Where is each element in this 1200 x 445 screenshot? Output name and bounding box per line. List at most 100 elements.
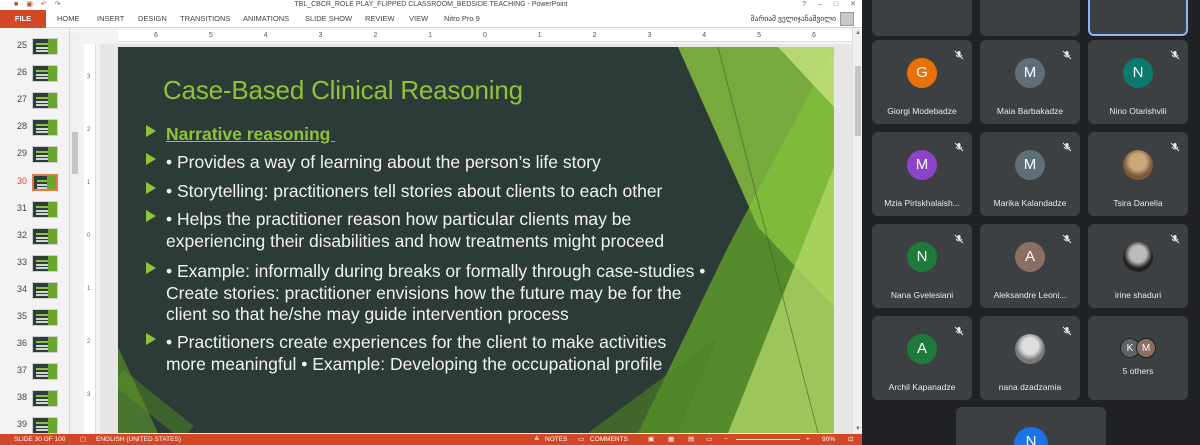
slide-title[interactable]: Case-Based Clinical Reasoning: [163, 75, 523, 106]
close-button[interactable]: ✕: [850, 0, 856, 10]
user-avatar[interactable]: [840, 12, 854, 26]
participant-tile[interactable]: A Archil Kapanadze: [872, 316, 972, 400]
participant-tile[interactable]: Tsira Danelia: [1088, 132, 1188, 216]
spelling-icon[interactable]: ▢: [80, 434, 86, 445]
profile-photo: [1015, 334, 1045, 364]
notes-button[interactable]: NOTES: [545, 434, 567, 445]
slide-preview[interactable]: [32, 336, 58, 354]
tab-slide-show[interactable]: SLIDE SHOW: [305, 10, 352, 28]
slide-thumbnail[interactable]: 39: [0, 415, 69, 436]
mic-off-icon: [954, 231, 964, 244]
signed-in-user[interactable]: მარიამ ველიჯანაშვილი: [751, 10, 836, 28]
scrollbar-thumb[interactable]: [72, 132, 78, 174]
participant-tile[interactable]: M Mzia Pirtskhalaish...: [872, 132, 972, 216]
slide-preview[interactable]: [32, 92, 58, 110]
comments-icon[interactable]: ▭: [578, 434, 584, 445]
language-indicator[interactable]: ENGLISH (UNITED STATES): [96, 434, 181, 445]
participant-tile[interactable]: M Marika Kalandadze: [980, 132, 1080, 216]
slide-thumbnail[interactable]: 29: [0, 144, 69, 166]
minimize-button[interactable]: –: [818, 0, 822, 10]
ruler-tick: 4: [702, 32, 707, 39]
slide-thumbnail[interactable]: 32: [0, 226, 69, 248]
scroll-down-icon[interactable]: ▼: [854, 426, 862, 432]
participant-tile[interactable]: irine shaduri: [1088, 224, 1188, 308]
slide-thumbnail[interactable]: 33: [0, 253, 69, 275]
zoom-level[interactable]: 90%: [822, 434, 835, 445]
normal-view-icon[interactable]: ▣: [648, 434, 654, 445]
tab-insert[interactable]: INSERT: [97, 10, 124, 28]
tab-design[interactable]: DESIGN: [138, 10, 167, 28]
mic-off-icon: [1170, 139, 1180, 152]
tab-view[interactable]: VIEW: [409, 10, 428, 28]
slide-thumbnail[interactable]: 26: [0, 63, 69, 85]
avatar: N: [907, 242, 937, 272]
bullet-text-line: • Provides a way of learning about the p…: [166, 152, 601, 172]
fit-slide-icon[interactable]: ⊡: [848, 434, 853, 445]
zoom-out-icon[interactable]: −: [724, 434, 728, 445]
tab-home[interactable]: HOME: [57, 10, 80, 28]
slide-preview[interactable]: [32, 254, 58, 272]
participant-tile[interactable]: A Aleksandre Leoni...: [980, 224, 1080, 308]
slide-thumbnail[interactable]: 28: [0, 117, 69, 139]
tab-nitro-pro[interactable]: Nitro Pro 9: [444, 10, 480, 28]
slide-preview[interactable]: [32, 65, 58, 83]
slide-thumbnail[interactable]: 34: [0, 280, 69, 302]
tab-animations[interactable]: ANIMATIONS: [243, 10, 289, 28]
slide-thumbnail[interactable]: 35: [0, 307, 69, 329]
editor-scrollbar[interactable]: ▲ ▼: [852, 28, 862, 434]
slide-thumbnail[interactable]: 31: [0, 199, 69, 221]
slide-thumbnail[interactable]: 38: [0, 388, 69, 410]
zoom-in-icon[interactable]: +: [806, 434, 810, 445]
zoom-slider[interactable]: [736, 439, 800, 440]
participant-tile[interactable]: Qristine Lashkhia: [872, 0, 972, 36]
participant-tile[interactable]: N Nana Gvelesiani: [872, 224, 972, 308]
slide-thumbnail[interactable]: 37: [0, 361, 69, 383]
bullet-text-line: Narrative reasoning: [166, 124, 336, 144]
participant-tile[interactable]: G Giorgi Modebadze: [872, 40, 972, 124]
slide-preview[interactable]: [32, 363, 58, 381]
vertical-ruler: 3 2 1 0 1 2 3: [84, 44, 96, 434]
participant-tile[interactable]: Mariam Velijanash...: [1088, 0, 1188, 36]
scrollbar-thumb[interactable]: [855, 66, 861, 136]
ruler-tick: 3: [87, 74, 91, 80]
slide-preview[interactable]: [32, 146, 58, 164]
slide-preview[interactable]: [32, 390, 58, 408]
slide-thumbnail[interactable]: 36: [0, 334, 69, 356]
slideshow-view-icon[interactable]: ▭: [706, 434, 712, 445]
thumbnail-scrollbar[interactable]: [70, 34, 80, 434]
participant-tile[interactable]: N Nino Otarishvili: [1088, 40, 1188, 124]
slide-thumbnail[interactable]: 27: [0, 90, 69, 112]
help-button[interactable]: ?: [802, 0, 806, 10]
notes-icon[interactable]: ≜: [534, 434, 539, 445]
slide-number: 28: [17, 121, 28, 132]
slide-preview[interactable]: [32, 281, 58, 299]
bullet-text-line: experiencing their disabilities and how …: [166, 230, 665, 251]
current-slide[interactable]: Case-Based Clinical Reasoning Narrative …: [118, 47, 834, 433]
slide-preview[interactable]: [32, 173, 58, 191]
slide-preview[interactable]: [32, 227, 58, 245]
maximize-button[interactable]: □: [834, 0, 838, 10]
slide-sorter-icon[interactable]: ▦: [668, 434, 674, 445]
slide-thumbnail[interactable]: 25: [0, 36, 69, 58]
comments-button[interactable]: COMMENTS: [590, 434, 628, 445]
tab-review[interactable]: REVIEW: [365, 10, 395, 28]
others-tile[interactable]: KM5 others: [1088, 316, 1188, 400]
slide-number: 35: [17, 311, 28, 321]
slide-preview[interactable]: [32, 417, 58, 435]
slide-thumbnail[interactable]: 30: [0, 172, 69, 194]
slide-number: 27: [17, 94, 28, 105]
participant-tile[interactable]: Eteri Mamporiya: [980, 0, 1080, 36]
tab-file[interactable]: FILE: [0, 10, 46, 28]
reading-view-icon[interactable]: ▤: [688, 434, 694, 445]
tab-transitions[interactable]: TRANSITIONS: [180, 10, 230, 28]
slide-number: 26: [17, 67, 28, 78]
participant-tile[interactable]: M Maia Barbakadze: [980, 40, 1080, 124]
participant-tile[interactable]: N: [956, 407, 1106, 445]
slide-preview[interactable]: [32, 38, 58, 55]
scroll-up-icon[interactable]: ▲: [854, 30, 862, 36]
slide-preview[interactable]: [32, 119, 58, 137]
slide-counter: SLIDE 30 OF 100: [14, 436, 66, 443]
slide-preview[interactable]: [32, 309, 58, 326]
participant-tile[interactable]: nana dzadzamia: [980, 316, 1080, 400]
slide-preview[interactable]: [32, 200, 58, 218]
